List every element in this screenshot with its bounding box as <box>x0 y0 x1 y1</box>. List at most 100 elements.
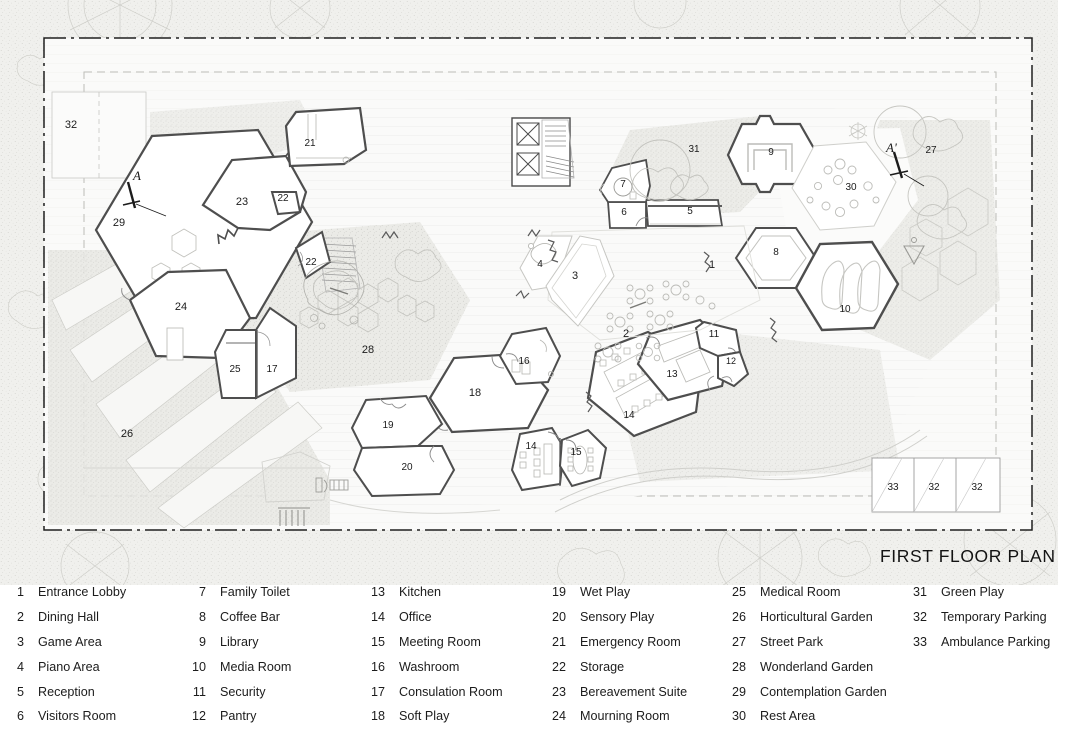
room-number-27: 27 <box>925 145 937 156</box>
legend-row: 33 Ambulance Parking <box>903 635 1080 660</box>
svg-text:A: A <box>132 168 141 183</box>
legend-row: 18 Soft Play <box>361 709 543 734</box>
room-number-2: 2 <box>623 328 629 340</box>
room-5-reception <box>645 199 724 227</box>
legend-row: 2 Dining Hall <box>0 610 182 635</box>
legend-number: 26 <box>731 609 746 624</box>
legend-row: 15 Meeting Room <box>361 635 543 660</box>
legend-row: 32 Temporary Parking <box>903 610 1080 635</box>
room-number-14: 14 <box>623 410 635 421</box>
legend-row: 22 Storage <box>542 660 724 685</box>
legend-label: Coffee Bar <box>220 609 280 624</box>
room-number-8: 8 <box>773 247 779 258</box>
legend-number: 20 <box>551 609 566 624</box>
legend-row: 29 Contemplation Garden <box>722 685 904 710</box>
legend-row: 12 Pantry <box>182 709 364 734</box>
legend-number: 12 <box>191 709 206 724</box>
legend-label: Emergency Room <box>580 634 681 649</box>
legend-row: 20 Sensory Play <box>542 610 724 635</box>
legend-number: 32 <box>912 609 927 624</box>
legend-label: Medical Room <box>760 585 841 599</box>
legend-row: 16 Washroom <box>361 660 543 685</box>
legend-number: 13 <box>370 585 385 599</box>
room-number-14b: 14 <box>525 441 537 452</box>
legend-number: 18 <box>370 709 385 724</box>
legend-row: 31 Green Play <box>903 585 1080 610</box>
room-number-30: 30 <box>845 182 857 193</box>
legend-label: Office <box>399 609 432 624</box>
legend-label: Temporary Parking <box>941 609 1047 624</box>
legend-number: 31 <box>912 585 927 599</box>
room-number-3: 3 <box>572 270 578 282</box>
legend-label: Sensory Play <box>580 609 655 624</box>
legend-number: 33 <box>912 634 927 649</box>
legend-label: Green Play <box>941 585 1004 599</box>
legend-row: 4 Piano Area <box>0 660 182 685</box>
floor-plan-page: A A' 1 2 3 4 5 6 7 8 9 10 11 12 13 14 14… <box>0 0 1080 748</box>
room-number-10: 10 <box>839 304 851 315</box>
room-number-9: 9 <box>768 147 774 158</box>
legend-label: Ambulance Parking <box>941 634 1051 649</box>
room-number-5: 5 <box>687 206 693 217</box>
room-number-25: 25 <box>229 364 241 375</box>
legend-row: 25 Medical Room <box>722 585 904 610</box>
legend-label: Piano Area <box>38 659 100 674</box>
legend-number: 30 <box>731 709 746 724</box>
legend-label: Pantry <box>220 709 257 724</box>
legend-row: 24 Mourning Room <box>542 709 724 734</box>
legend-label: Library <box>220 634 259 649</box>
room-legend: 1 Entrance Lobby 2 Dining Hall 3 Game Area 4 Pi… <box>0 585 1080 748</box>
legend-number: 6 <box>16 709 24 724</box>
legend-row: 19 Wet Play <box>542 585 724 610</box>
room-number-11: 11 <box>709 329 720 340</box>
legend-column-3: 13 Kitchen 14 Office 15 Meeting Room 16 Washroo… <box>361 585 543 734</box>
right-margin <box>1058 0 1080 585</box>
legend-row: 9 Library <box>182 635 364 660</box>
parking-bays-topleft <box>51 91 147 179</box>
room-number-19: 19 <box>382 420 394 431</box>
legend-label: Visitors Room <box>38 709 117 724</box>
legend-label: Bereavement Suite <box>580 684 688 699</box>
plan-title: FIRST FLOOR PLAN <box>880 546 1056 566</box>
room-number-22b: 22 <box>305 257 317 268</box>
room-number-7: 7 <box>620 179 626 190</box>
legend-row: 11 Security <box>182 685 364 710</box>
legend-number: 4 <box>16 659 24 674</box>
legend-column-1: 1 Entrance Lobby 2 Dining Hall 3 Game Area 4 Pi… <box>0 585 182 734</box>
legend-number: 9 <box>198 634 206 649</box>
legend-column-2: 7 Family Toilet 8 Coffee Bar 9 Library 10 Media… <box>182 585 364 734</box>
legend-number: 23 <box>551 684 566 699</box>
room-number-20: 20 <box>401 462 413 473</box>
legend-row: 23 Bereavement Suite <box>542 685 724 710</box>
legend-number: 5 <box>16 684 24 699</box>
room-number-32: 32 <box>65 119 77 131</box>
legend-number: 3 <box>16 634 24 649</box>
legend-row: 10 Media Room <box>182 660 364 685</box>
legend-number: 21 <box>551 634 566 649</box>
legend-label: Soft Play <box>399 709 450 724</box>
legend-number: 25 <box>731 585 746 599</box>
legend-number: 11 <box>192 684 206 699</box>
legend-label: Kitchen <box>399 585 442 599</box>
room-number-31: 31 <box>688 144 700 155</box>
legend-row: 21 Emergency Room <box>542 635 724 660</box>
legend-number: 24 <box>551 709 566 724</box>
legend-number: 27 <box>731 634 746 649</box>
legend-number: 29 <box>731 684 746 699</box>
legend-column-5: 25 Medical Room 26 Horticultural Garden 27 St… <box>722 585 904 734</box>
room-number-22: 22 <box>277 193 289 204</box>
legend-row: 3 Game Area <box>0 635 182 660</box>
svg-text:A': A' <box>885 140 897 155</box>
legend-label: Wet Play <box>580 585 631 599</box>
room-number-23: 23 <box>236 196 248 208</box>
legend-number: 2 <box>16 609 24 624</box>
room-number-18: 18 <box>469 387 481 399</box>
legend-number: 16 <box>370 659 385 674</box>
legend-label: Consulation Room <box>399 684 503 699</box>
legend-number: 7 <box>198 585 206 599</box>
room-21-emergency-room <box>284 106 368 168</box>
room-number-32c: 32 <box>971 482 983 493</box>
legend-row: 27 Street Park <box>722 635 904 660</box>
floor-plan-drawing: A A' 1 2 3 4 5 6 7 8 9 10 11 12 13 14 14… <box>0 0 1080 585</box>
legend-label: Reception <box>38 684 95 699</box>
